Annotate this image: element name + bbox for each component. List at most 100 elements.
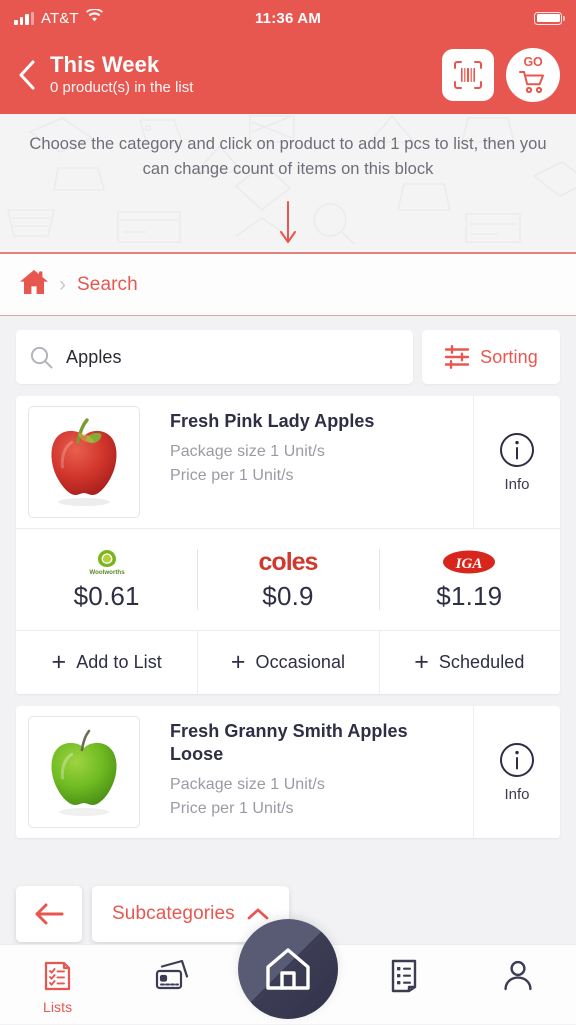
header-actions: GO: [442, 48, 560, 102]
retailer-price-cell[interactable]: coles $0.9: [197, 529, 378, 630]
product-actions-row: + Add to List + Occasional + Scheduled: [16, 630, 560, 694]
product-count-label: 0 product(s) in the list: [50, 79, 194, 97]
nav-item-receipts[interactable]: [346, 945, 461, 1025]
status-bar-left: AT&T: [14, 8, 103, 27]
barcode-scan-icon: [454, 61, 482, 89]
product-thumbnail[interactable]: [16, 706, 152, 838]
info-circle-icon: [500, 433, 534, 467]
thumbnail-frame: [28, 716, 140, 828]
subcategories-back-button[interactable]: [16, 886, 82, 942]
breadcrumb-current[interactable]: Search: [77, 274, 138, 296]
add-occasional-button[interactable]: + Occasional: [197, 631, 378, 694]
product-info-button[interactable]: Info: [474, 706, 560, 838]
svg-text:IGA: IGA: [455, 556, 483, 572]
product-price-per: Price per 1 Unit/s: [170, 466, 294, 484]
product-info-button[interactable]: Info: [474, 396, 560, 528]
main-content: Apples Sorting Fresh Pink Lady Apples Pa…: [0, 316, 576, 838]
chevron-left-icon: [19, 60, 35, 90]
retailer-price-row: Woolworths $0.61 coles $0.9 IGA $1.19: [16, 528, 560, 630]
home-icon: [266, 948, 310, 990]
nav-item-cards[interactable]: [115, 945, 230, 1025]
scheduled-label: Scheduled: [438, 652, 525, 672]
sliders-icon: [444, 345, 470, 369]
status-bar-right: [534, 11, 565, 25]
plus-icon: +: [414, 648, 429, 676]
hint-text: Choose the category and click on product…: [29, 135, 547, 179]
product-thumbnail[interactable]: [16, 396, 152, 528]
green-apple-image: [51, 729, 117, 816]
signal-bars-icon: [14, 11, 34, 25]
bottom-nav: Lists: [0, 919, 576, 1025]
product-card[interactable]: Fresh Granny Smith Apples Loose Package …: [16, 706, 560, 838]
page-title: This Week: [50, 52, 160, 78]
nav-item-home[interactable]: [230, 919, 345, 1025]
add-scheduled-button[interactable]: + Scheduled: [378, 631, 560, 694]
home-bubble: [238, 919, 338, 1019]
occasional-label: Occasional: [255, 652, 346, 672]
sorting-label: Sorting: [480, 346, 538, 367]
product-card[interactable]: Fresh Pink Lady Apples Package size 1 Un…: [16, 396, 560, 694]
svg-text:Woolworths: Woolworths: [89, 569, 125, 576]
home-icon[interactable]: [20, 269, 48, 300]
search-icon: [30, 346, 53, 368]
battery-full-icon: [534, 11, 565, 25]
iga-logo: IGA: [440, 547, 498, 577]
receipt-icon: [392, 959, 417, 993]
search-input[interactable]: Apples: [16, 330, 413, 384]
nav-item-lists[interactable]: Lists: [0, 945, 115, 1025]
header-text-block: This Week 0 product(s) in the list: [46, 52, 442, 98]
retailer-price: $1.19: [436, 581, 503, 611]
info-label: Info: [504, 786, 530, 803]
product-name: Fresh Granny Smith Apples Loose: [170, 721, 408, 765]
hint-inner: Choose the category and click on product…: [0, 114, 576, 182]
add-to-list-button[interactable]: + Add to List: [16, 631, 197, 694]
product-package-size: Package size 1 Unit/s: [170, 776, 325, 794]
retailer-price: $0.9: [262, 581, 314, 611]
nav-label-lists: Lists: [42, 999, 73, 1015]
add-to-list-label: Add to List: [76, 652, 162, 672]
svg-text:coles: coles: [259, 548, 318, 576]
sorting-button[interactable]: Sorting: [422, 330, 560, 384]
status-bar: AT&T 11:36 AM: [0, 0, 576, 36]
product-main-row: Fresh Granny Smith Apples Loose Package …: [16, 706, 560, 838]
retailer-price-cell[interactable]: Woolworths $0.61: [16, 529, 197, 630]
cards-icon: [155, 959, 188, 990]
retailer-price-cell[interactable]: IGA $1.19: [378, 529, 560, 630]
arrow-left-icon: [35, 903, 64, 925]
product-info: Fresh Pink Lady Apples Package size 1 Un…: [152, 396, 474, 528]
hint-banner: Choose the category and click on product…: [0, 114, 576, 254]
retailer-price: $0.61: [73, 581, 140, 611]
product-package-size: Package size 1 Unit/s: [170, 443, 325, 461]
go-cart-button[interactable]: GO: [506, 48, 560, 102]
red-apple-image: [51, 418, 117, 506]
info-circle-icon: [500, 743, 534, 777]
info-label: Info: [504, 476, 530, 493]
product-name: Fresh Pink Lady Apples: [170, 411, 375, 431]
chevron-up-icon: [247, 908, 269, 920]
product-price-per: Price per 1 Unit/s: [170, 799, 294, 817]
app-header: This Week 0 product(s) in the list GO: [0, 36, 576, 114]
plus-icon: +: [51, 648, 67, 676]
subcategories-bar: Subcategories: [16, 886, 289, 942]
woolworths-logo: Woolworths: [78, 547, 136, 577]
thumbnail-frame: [28, 406, 140, 518]
go-label: GO: [523, 55, 543, 69]
hint-arrow: [0, 201, 576, 245]
search-value: Apples: [66, 346, 122, 367]
wifi-icon: [85, 8, 103, 27]
nav-item-profile[interactable]: [461, 945, 576, 1025]
search-row: Apples Sorting: [16, 330, 560, 384]
breadcrumb-separator: ›: [59, 273, 66, 296]
breadcrumb: › Search: [0, 254, 576, 316]
barcode-scan-button[interactable]: [442, 49, 494, 101]
subcategories-label: Subcategories: [112, 903, 235, 924]
lists-checklist-icon: [44, 961, 70, 991]
carrier-label: AT&T: [41, 9, 79, 27]
product-main-row: Fresh Pink Lady Apples Package size 1 Un…: [16, 396, 560, 528]
back-button[interactable]: [8, 53, 46, 97]
shopping-cart-icon: [519, 70, 544, 93]
arrow-down-icon: [280, 201, 296, 243]
coles-logo: coles: [236, 547, 340, 577]
product-info: Fresh Granny Smith Apples Loose Package …: [152, 706, 474, 838]
person-icon: [504, 960, 533, 991]
